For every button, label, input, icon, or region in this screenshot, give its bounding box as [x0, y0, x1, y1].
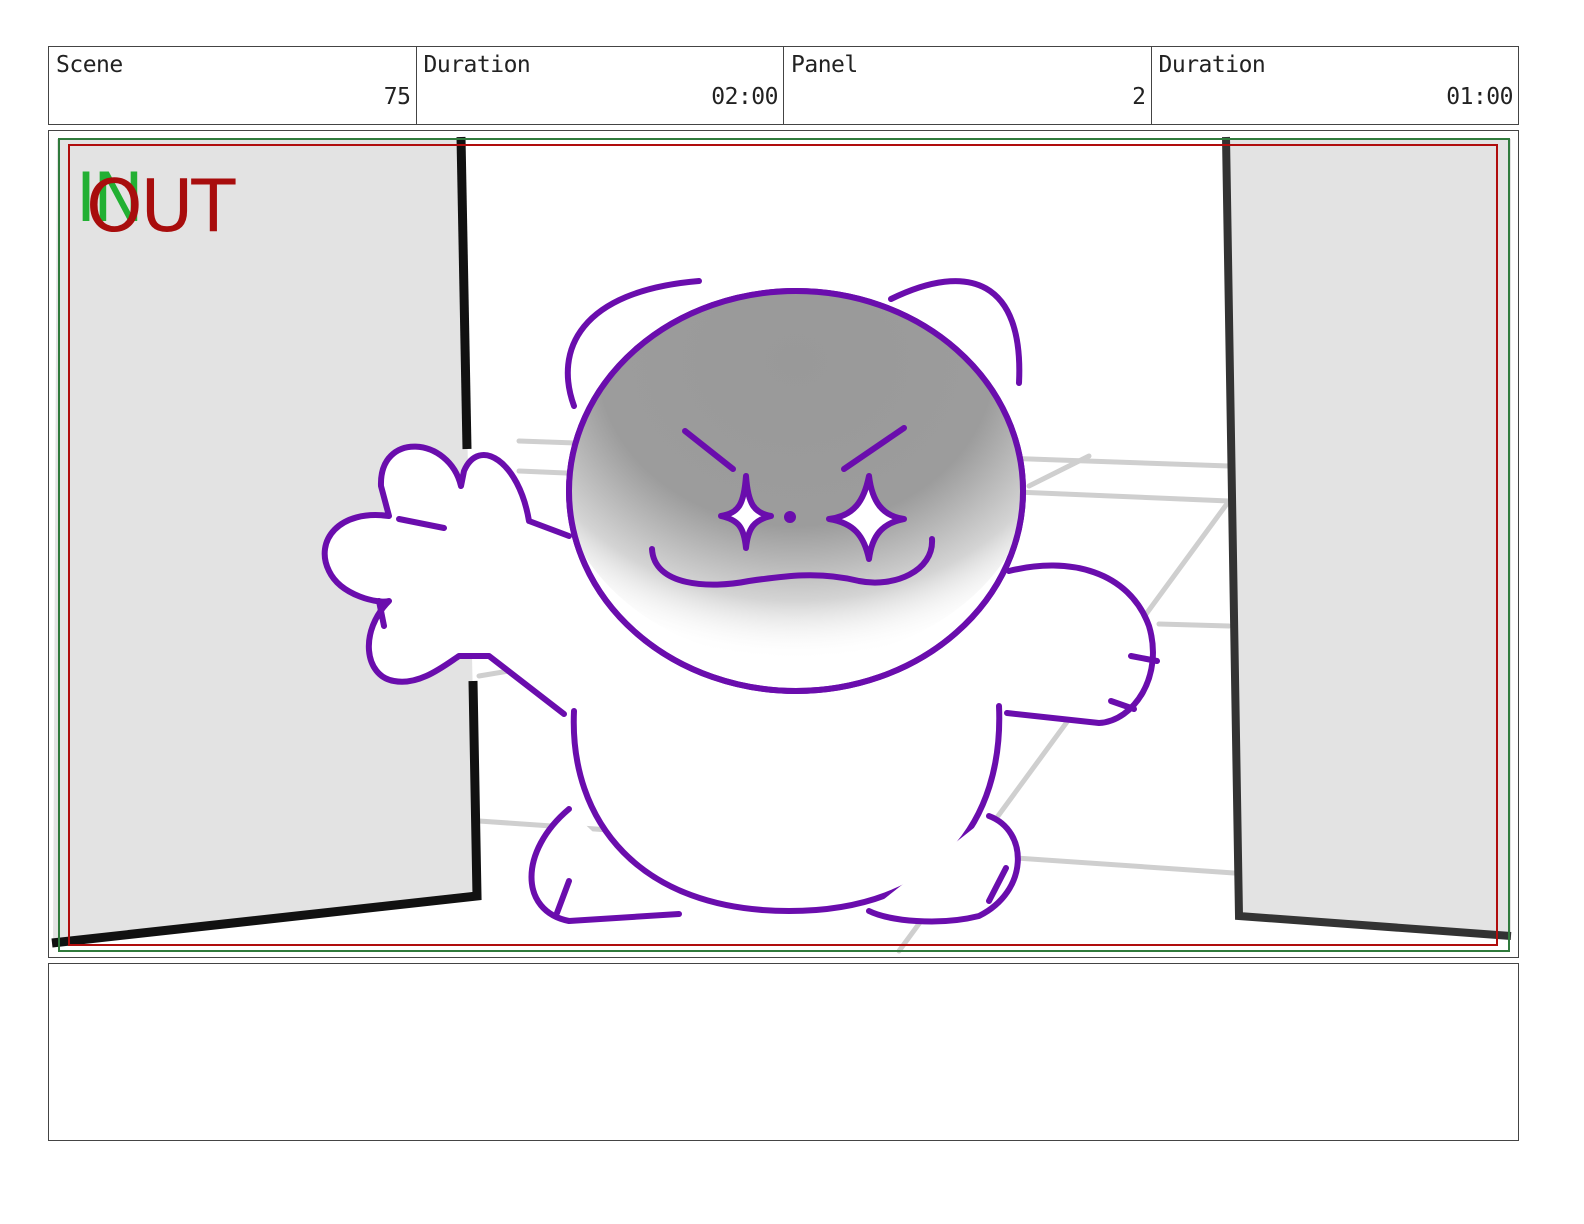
panel-info-header: Scene 75 Duration 02:00 Panel 2 Duration… [48, 46, 1519, 125]
panel-duration-label: Duration [1158, 52, 1266, 78]
right-door [1222, 136, 1512, 940]
scene-duration-cell: Duration 02:00 [417, 47, 784, 124]
action-notes-box[interactable] [48, 963, 1519, 1141]
panel-duration-value[interactable]: 01:00 [1446, 84, 1513, 110]
scene-number[interactable]: 75 [384, 84, 411, 110]
head-shading [569, 291, 1023, 661]
scene-label: Scene [56, 52, 123, 78]
panel-drawing [51, 136, 1512, 954]
scene-duration-label: Duration [423, 52, 531, 78]
in-out-markers: IN OUT [76, 159, 276, 249]
panel-number[interactable]: 2 [1132, 84, 1146, 110]
panel-label: Panel [791, 52, 858, 78]
scene-duration-value[interactable]: 02:00 [711, 84, 778, 110]
storyboard-panel-image[interactable]: IN OUT [48, 130, 1519, 958]
panel-cell: Panel 2 [784, 47, 1152, 124]
panel-duration-cell: Duration 01:00 [1152, 47, 1519, 124]
out-marker: OUT [86, 164, 235, 248]
scene-cell: Scene 75 [49, 47, 417, 124]
